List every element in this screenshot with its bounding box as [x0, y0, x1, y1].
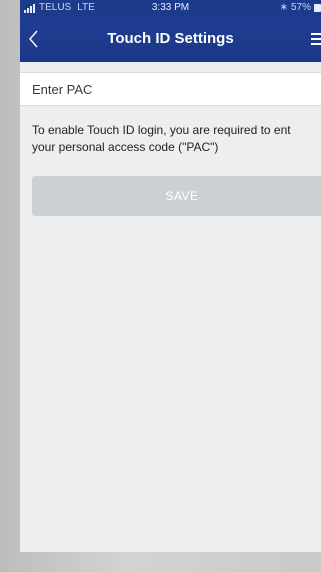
- back-button[interactable]: [20, 16, 48, 62]
- pac-field: [20, 72, 321, 106]
- instructions-line-1: To enable Touch ID login, you are requir…: [32, 123, 291, 137]
- touch-id-instructions: To enable Touch ID login, you are requir…: [32, 122, 321, 156]
- battery-icon: [314, 4, 321, 12]
- save-button[interactable]: SAVE: [32, 176, 321, 216]
- hamburger-menu-icon[interactable]: [311, 16, 321, 62]
- status-bar: TELUS LTE 3:33 PM ∗ 57%: [20, 0, 321, 16]
- battery-percentage: 57%: [290, 2, 311, 13]
- app-screen: TELUS LTE 3:33 PM ∗ 57% Touch ID Setting…: [20, 0, 321, 552]
- chevron-left-icon: [29, 30, 38, 48]
- instructions-line-2: your personal access code ("PAC"): [32, 140, 219, 154]
- status-time: 3:33 PM: [151, 2, 190, 13]
- bluetooth-icon: ∗: [279, 2, 288, 13]
- device-frame: TELUS LTE 3:33 PM ∗ 57% Touch ID Setting…: [0, 0, 321, 572]
- page-title: Touch ID Settings: [107, 30, 234, 47]
- navigation-bar: Touch ID Settings: [20, 16, 321, 62]
- pac-input[interactable]: [20, 73, 321, 105]
- status-right: ∗ 57%: [280, 0, 321, 16]
